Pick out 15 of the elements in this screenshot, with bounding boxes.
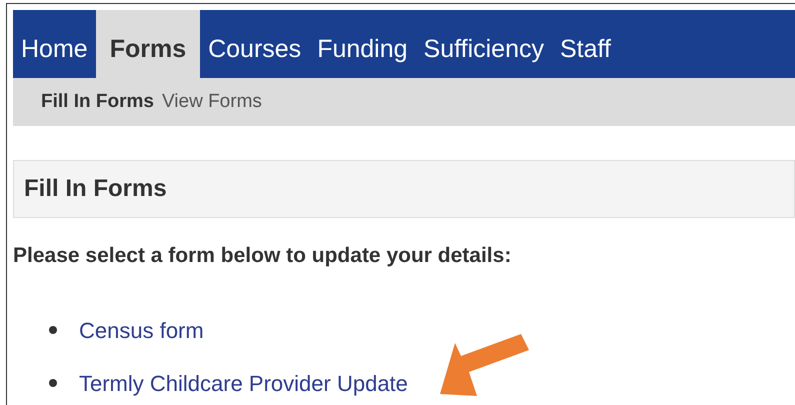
form-link[interactable]: Termly Childcare Provider Update (79, 366, 408, 400)
nav-tab[interactable]: Funding (309, 10, 416, 78)
bullet-icon (49, 379, 57, 387)
arrow-icon (440, 334, 529, 396)
nav-tab[interactable]: Courses (200, 10, 310, 78)
bullet-icon (49, 326, 57, 334)
section-title: Fill In Forms (24, 174, 167, 204)
nav-tab[interactable]: Forms (96, 10, 200, 78)
subnav-link[interactable]: View Forms (162, 88, 262, 116)
intro-text: Please select a form below to update your details: (13, 243, 512, 269)
form-link[interactable]: Census form (79, 314, 204, 346)
nav-tab[interactable]: Home (13, 10, 96, 78)
nav-tab[interactable]: Sufficiency (416, 10, 552, 78)
subnav-link[interactable]: Fill In Forms (41, 88, 154, 116)
nav-tab[interactable]: Staff (552, 10, 619, 78)
